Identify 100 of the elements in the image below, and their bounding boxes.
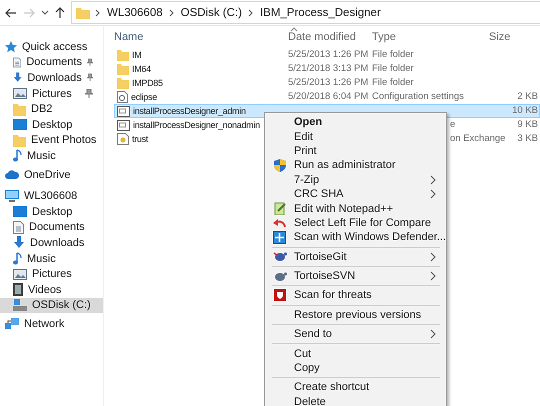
- sidebar-item[interactable]: Music: [0, 250, 103, 266]
- folder-icon: [13, 102, 26, 116]
- address-bar[interactable]: WL306608 OSDisk (C:) IBM_Process_Designer: [71, 1, 540, 24]
- menu-item[interactable]: Select Left File for Compare: [265, 216, 446, 230]
- menu-item[interactable]: Run as administrator: [265, 158, 446, 173]
- menu-item[interactable]: Open: [265, 115, 446, 130]
- pictures-icon: [13, 88, 27, 100]
- breadcrumb[interactable]: IBM_Process_Designer: [258, 6, 382, 18]
- menu-item[interactable]: CRC SHA: [265, 186, 446, 202]
- folder-icon: [117, 78, 129, 88]
- menu-item[interactable]: Edit: [265, 129, 446, 144]
- sidebar-item[interactable]: Pictures: [0, 86, 103, 102]
- menu-item[interactable]: Send to: [265, 327, 446, 342]
- download-icon: [13, 71, 22, 84]
- sidebar-item[interactable]: Desktop: [0, 204, 103, 220]
- sidebar-item[interactable]: Music: [0, 148, 103, 164]
- pictures-icon: [13, 268, 27, 280]
- shield-icon: [274, 158, 286, 172]
- menu-item[interactable]: Scan for threats: [265, 288, 446, 303]
- menu-item[interactable]: Copy: [265, 360, 446, 376]
- sidebar-label: Downloads: [27, 72, 82, 84]
- folder-icon: [76, 6, 90, 18]
- file-date: 5/25/2013 1:26 PM: [288, 49, 370, 61]
- sidebar-item[interactable]: OSDisk (C:): [0, 298, 103, 314]
- file-size: 9 KB: [516, 119, 539, 131]
- up-icon[interactable]: [55, 6, 65, 18]
- sidebar-label: OneDrive: [24, 168, 70, 181]
- chevron-icon[interactable]: [248, 8, 254, 16]
- sidebar-item[interactable]: Downloads: [0, 235, 103, 251]
- sidebar-item[interactable]: Pictures: [0, 266, 103, 282]
- menu-item[interactable]: Edit with Notepad++: [265, 201, 446, 216]
- computer-icon: [5, 190, 19, 202]
- file-name: trust: [132, 133, 148, 145]
- sidebar-item[interactable]: Videos: [0, 282, 103, 298]
- chevron-icon[interactable]: [95, 8, 101, 16]
- menu-item[interactable]: Restore previous versions: [265, 308, 446, 322]
- file-date: 5/20/2018 6:04 PM: [288, 91, 370, 103]
- menu-item[interactable]: 7-Zip: [265, 172, 446, 187]
- file-type: on Exchange: [450, 133, 506, 145]
- column-header[interactable]: Name: [114, 31, 288, 43]
- back-icon[interactable]: [5, 8, 17, 18]
- sidebar-label: Network: [24, 318, 64, 330]
- pin-icon: [85, 89, 93, 98]
- notepad-icon: [274, 202, 286, 216]
- sidebar-item[interactable]: Event Photos: [0, 132, 103, 148]
- folder-icon: [13, 134, 26, 147]
- breadcrumb[interactable]: WL306608: [106, 6, 164, 18]
- film-icon: [13, 283, 23, 296]
- file-name: eclipse: [131, 91, 157, 103]
- sidebar-label: Videos: [28, 284, 62, 296]
- column-header[interactable]: Size: [485, 31, 540, 43]
- menu-item[interactable]: Delete: [265, 394, 446, 406]
- sidebar-item[interactable]: Quick access: [0, 39, 103, 55]
- file-date: 5/21/2018 3:13 PM: [288, 63, 370, 75]
- sidebar-item[interactable]: WL306608: [0, 188, 103, 204]
- menu-item[interactable]: TortoiseSVN: [265, 268, 446, 284]
- file-name: IM64: [132, 63, 151, 75]
- file-size: 2 KB: [516, 91, 539, 103]
- menu-item[interactable]: TortoiseGit: [265, 250, 446, 264]
- sidebar-item[interactable]: OneDrive: [0, 166, 103, 182]
- sidebar-label: DB2: [31, 103, 54, 116]
- file-name: installProcessDesigner_nonadmin: [133, 119, 260, 131]
- sidebar-label: Documents: [29, 221, 86, 234]
- sidebar-item[interactable]: Network: [0, 316, 103, 332]
- file-size: 3 KB: [516, 133, 539, 145]
- file-type: File folder: [372, 63, 415, 75]
- sidebar-label: OSDisk (C:): [32, 299, 92, 312]
- file-date: 5/25/2013 1:26 PM: [288, 77, 370, 89]
- menu-item[interactable]: Scan with Windows Defender...: [265, 230, 446, 245]
- menu-item[interactable]: Create shortcut: [265, 380, 446, 395]
- file-size: 10 KB: [511, 105, 539, 117]
- file-type: File folder: [372, 77, 415, 89]
- settings-file-icon: [117, 91, 128, 103]
- column-header[interactable]: Type: [372, 31, 485, 43]
- batch-file-icon: [117, 106, 130, 116]
- sidebar-item[interactable]: Desktop: [0, 116, 103, 133]
- curved-arrow-icon: [273, 218, 286, 228]
- menu-item[interactable]: Print: [265, 144, 446, 158]
- certificate-icon: [117, 133, 129, 145]
- column-header[interactable]: Date modified: [288, 31, 372, 43]
- file-type: e: [450, 119, 456, 131]
- sidebar-label: WL306608: [24, 190, 78, 202]
- sidebar-label: Pictures: [32, 88, 73, 100]
- sidebar-item[interactable]: Downloads: [0, 70, 103, 86]
- menu-item[interactable]: Cut: [265, 346, 446, 361]
- sidebar-item[interactable]: Documents: [0, 54, 103, 70]
- file-name: IMPD85: [132, 77, 163, 89]
- sidebar-item[interactable]: DB2: [0, 101, 103, 117]
- sidebar-item[interactable]: Documents: [0, 220, 103, 236]
- sidebar-label: Pictures: [32, 268, 73, 280]
- document-icon: [13, 56, 22, 69]
- sidebar-label: Event Photos: [31, 134, 98, 146]
- caret-icon[interactable]: [41, 10, 49, 16]
- defender-icon: [272, 230, 286, 244]
- batch-file-icon: [117, 120, 130, 130]
- sidebar-label: Documents: [26, 56, 82, 68]
- breadcrumb[interactable]: OSDisk (C:): [180, 6, 243, 18]
- desktop-icon: [13, 206, 27, 218]
- chevron-icon[interactable]: [168, 8, 175, 16]
- sidebar-label: Quick access: [22, 40, 88, 53]
